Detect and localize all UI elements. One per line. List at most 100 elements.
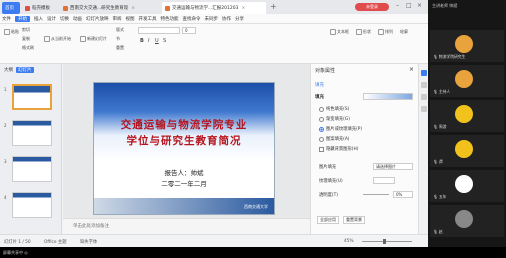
new-tab-icon[interactable]: + <box>270 2 277 11</box>
option-label: 隐藏背景图形(H) <box>326 147 359 152</box>
theme-name: Office 主题 <box>44 240 67 245</box>
slide-title-line2[interactable]: 学位与研究生教育简况 <box>94 133 274 148</box>
login-button[interactable]: 未登录 <box>355 3 389 11</box>
transparency-input[interactable]: 0% <box>393 191 413 198</box>
font-name-select[interactable] <box>138 27 180 34</box>
menu-design[interactable]: 设计 <box>47 16 56 22</box>
slide-reporter[interactable]: 报告人：帅斌 <box>94 167 274 177</box>
paste-button[interactable]: 粘贴 <box>4 29 19 35</box>
menu-transition[interactable]: 切换 <box>60 16 69 22</box>
slide-thumbnail-1[interactable] <box>12 84 52 110</box>
tile-select[interactable] <box>373 177 395 184</box>
tab-slides[interactable]: 幻灯片 <box>16 67 34 73</box>
tab-doc2[interactable]: 交通运输与物流学...汇报201203 × <box>162 2 266 14</box>
slide-thumbnail-2[interactable] <box>12 120 52 146</box>
paste-icon <box>4 29 10 35</box>
format-painter-button[interactable]: 格式刷 <box>22 45 34 51</box>
notes-pane[interactable]: 单击此处添加备注 <box>63 218 310 234</box>
animation-icon[interactable] <box>421 82 427 88</box>
close-icon[interactable]: × <box>241 6 245 11</box>
menu-devtools[interactable]: 开发工具 <box>139 16 157 22</box>
strikethrough-icon[interactable]: S <box>163 38 166 44</box>
cut-button[interactable]: 剪切 <box>22 27 30 33</box>
slide-count: 幻灯片 1 / 50 <box>4 240 31 245</box>
slide-number: 1 <box>4 87 7 92</box>
reset-button[interactable]: 重置 <box>116 45 124 51</box>
tab-doc1[interactable]: 西南交大交通...研究生教育现 × <box>60 2 160 14</box>
bold-icon[interactable]: B <box>140 38 144 44</box>
outline-button[interactable]: 轮廓 <box>400 29 408 35</box>
arrange-button[interactable]: 排列 <box>378 29 393 35</box>
zoom-level[interactable]: 45% <box>344 239 354 244</box>
italic-icon[interactable]: I <box>148 38 149 44</box>
maximize-icon[interactable]: □ <box>406 2 412 9</box>
menu-slideshow[interactable]: 幻灯片放映 <box>86 16 109 22</box>
fill-option-pattern[interactable]: 图案填充(A) <box>319 136 349 142</box>
close-icon[interactable]: × <box>409 66 414 73</box>
tab-home[interactable]: 首页 <box>2 2 20 14</box>
participant-tile[interactable]: 🎙 物流学院研究生 <box>430 30 504 62</box>
menu-start[interactable]: 开始 <box>15 15 30 22</box>
participant-tile[interactable]: 🎙 周游 <box>430 100 504 132</box>
mic-icon: 🎙 <box>433 124 438 129</box>
apply-all-button[interactable]: 全部应用 <box>317 216 339 224</box>
arrange-label: 排列 <box>385 29 393 34</box>
zoom-slider-knob[interactable] <box>383 239 386 244</box>
minimize-icon[interactable]: – <box>396 2 399 9</box>
fill-option-picture[interactable]: 图片或纹理填充(P) <box>319 126 362 132</box>
fill-section-header[interactable]: 填充 <box>315 94 324 100</box>
slide-thumbnail-4[interactable] <box>12 192 52 218</box>
reset-background-button[interactable]: 重置背景 <box>343 216 365 224</box>
copy-button[interactable]: 复制 <box>22 36 30 42</box>
transparency-slider[interactable] <box>363 194 389 195</box>
menu-review[interactable]: 审阅 <box>113 16 122 22</box>
menu-search[interactable]: 查找命令 <box>183 16 201 22</box>
menu-share[interactable]: 分享 <box>235 16 244 22</box>
slide-title-line1[interactable]: 交通运输与物流学院专业 <box>94 117 274 132</box>
picture-fill-select[interactable]: 请选择图片 <box>373 163 413 170</box>
missing-font-button[interactable]: 缺失字体 <box>80 239 97 245</box>
more-icon[interactable] <box>421 106 427 112</box>
screen-share-bar[interactable]: 屏幕共享中 ◎ <box>0 247 506 258</box>
option-label: 渐变填充(G) <box>326 117 350 122</box>
close-icon[interactable]: × <box>131 6 135 11</box>
tab-outline[interactable]: 大纲 <box>4 67 13 73</box>
menu-insert[interactable]: 插入 <box>34 16 43 22</box>
participant-tile[interactable]: 🎙 谭 <box>430 135 504 167</box>
font-size-select[interactable]: 0 <box>182 27 196 34</box>
current-slide[interactable]: 交通运输与物流学院专业 学位与研究生教育简况 报告人：帅斌 二零二一年二月 西南… <box>93 82 275 215</box>
menu-view[interactable]: 视图 <box>126 16 135 22</box>
docer-icon <box>25 5 30 11</box>
hide-background-checkbox[interactable]: 隐藏背景图形(H) <box>319 146 358 152</box>
underline-icon[interactable]: U <box>155 38 159 44</box>
tab-fill[interactable]: 填充 <box>315 82 324 88</box>
fill-option-solid[interactable]: 纯色填充(S) <box>319 106 349 112</box>
menu-file[interactable]: 文件 <box>2 16 11 22</box>
text-box-button[interactable]: 文本框 <box>330 29 349 35</box>
layout-button[interactable]: 版式 <box>116 27 124 33</box>
fill-option-gradient[interactable]: 渐变填充(G) <box>319 116 350 122</box>
slide-date[interactable]: 二零二一年二月 <box>94 178 274 188</box>
properties-icon[interactable] <box>421 70 427 76</box>
text-box-label: 文本框 <box>337 29 349 34</box>
layout-icon[interactable] <box>421 94 427 100</box>
transparency-value: 0% <box>396 192 403 197</box>
zoom-slider[interactable] <box>362 239 412 244</box>
menu-unsynced[interactable]: 未同步 <box>205 16 219 22</box>
from-current-button[interactable]: 从当前开始 <box>44 36 71 42</box>
close-window-icon[interactable]: × <box>417 2 422 9</box>
new-slide-button[interactable]: 新建幻灯片 <box>80 36 107 42</box>
login-label: 未登录 <box>366 4 378 9</box>
screen-share-label: 屏幕共享中 ◎ <box>3 250 28 255</box>
participant-tile[interactable]: 🎙 赵 <box>430 205 504 237</box>
menu-features[interactable]: 特色功能 <box>161 16 179 22</box>
menu-collab[interactable]: 协作 <box>222 16 231 22</box>
participant-tile[interactable]: 🎙 五年 <box>430 170 504 202</box>
shape-button[interactable]: 形状 <box>356 29 371 35</box>
fill-preview[interactable] <box>363 93 413 100</box>
menu-animation[interactable]: 动画 <box>73 16 82 22</box>
participant-tile[interactable]: 🎙 主持人 <box>430 65 504 97</box>
section-button[interactable]: 节 <box>116 36 120 42</box>
slide-thumbnail-3[interactable] <box>12 156 52 182</box>
tab-docer[interactable]: 稻壳模板 <box>22 2 58 14</box>
